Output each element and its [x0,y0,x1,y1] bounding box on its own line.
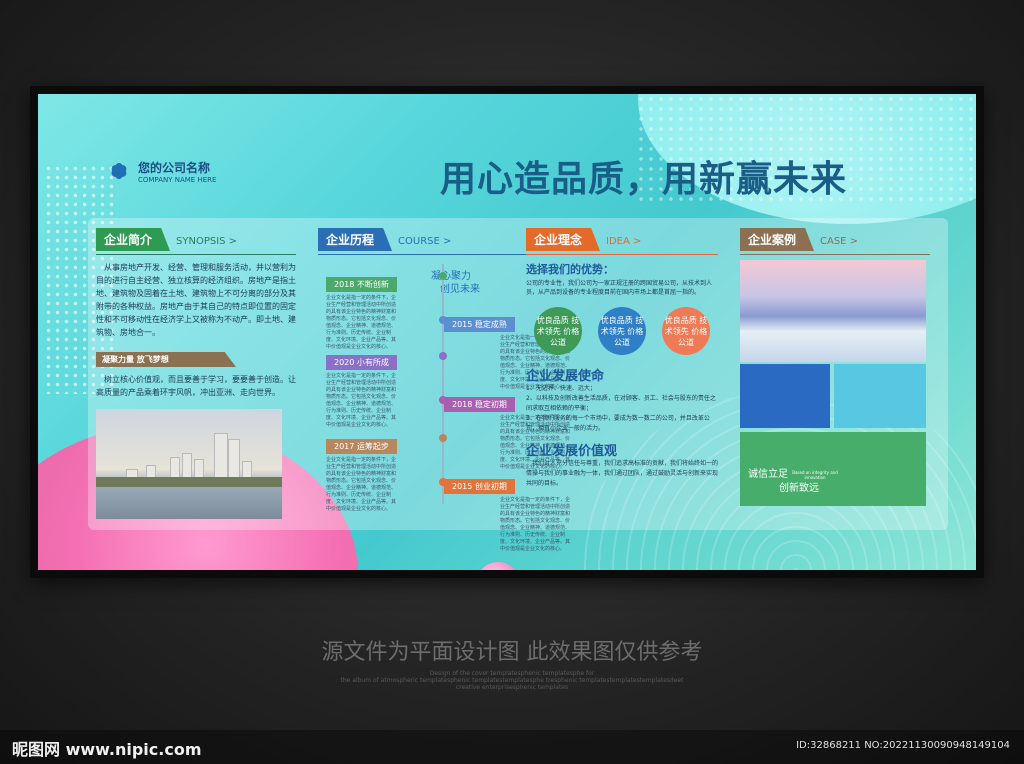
site-logo[interactable]: 昵图网 www.nipic.com [12,736,202,760]
history-section: 企业历程 COURSE > [318,228,528,255]
case-tile-blue [740,364,830,428]
board-canvas: 您的公司名称 COMPANY NAME HERE 用心造品质，用新赢未来 企业简… [38,94,976,570]
company-name-en: COMPANY NAME HERE [138,175,217,184]
timeline-label: 2020 小有所成 [326,355,397,370]
about-tag: 企业简介 [96,228,171,251]
values-heading: 企业发展价值观 [526,444,618,459]
mission-item: 1、无边界、快速、远大； [526,385,596,392]
advantage-circles: 优良品质 技术领先 价格公道 优良品质 技术领先 价格公道 优良品质 技术领先 … [526,307,718,355]
case-slogan-2: 创新致远 [779,483,819,494]
company-logo: 您的公司名称 COMPANY NAME HERE [106,158,216,184]
sea-fog-photo [740,260,926,362]
display-board: 您的公司名称 COMPANY NAME HERE 用心造品质，用新赢未来 企业简… [30,86,984,578]
image-id: ID:32868211 NO:20221130090948149104 [796,740,1010,751]
watermark-line: the album of atmospheric templatesphenic… [340,677,684,684]
timeline-label: 2018 不断创新 [326,277,397,292]
idea-tag-en: IDEA > [606,236,642,247]
case-tag-en: CASE > [820,236,859,247]
timeline-text: 企业文化是指一定的条件下，企业生产经营和管理活动中所创造的具有该企业特色的精神财… [500,497,571,552]
timeline-label: 2015 稳定成熟 [444,317,515,332]
idea-heading: 选择我们的优势： [526,263,614,276]
headline: 用心造品质，用新赢未来 [440,159,848,200]
timeline-label: 2018 稳定初期 [444,397,515,412]
advantage-circle: 优良品质 技术领先 价格公道 [662,307,710,355]
timeline-text: 企业文化是指一定的条件下，企业生产经营和管理活动中所创造的具有该企业特色的精神财… [326,295,397,350]
about-tag-en: SYNOPSIS > [176,236,238,247]
case-tile-green: 诚信立足 Based on integrity and innovation 创新… [740,432,926,506]
flower-logo-icon [106,158,132,184]
idea-text: 公司的专业性，我们公司为一家正规注册的跨国贸易公司，从技术到人员，从产品到设备的… [526,280,713,296]
case-slogan-en: Based on integrity and innovation [792,470,838,480]
mission-heading: 企业发展使命 [526,369,605,384]
history-tag-en: COURSE > [398,236,452,247]
mission-item: 3、在我们服务的每一个市场中，要成为数一数二的公司，并且改革公司，拥有小企业一般… [526,415,710,432]
timeline-label: 2015 创业初期 [444,479,515,494]
timeline-text: 企业文化是指一定的条件下，企业生产经营和管理活动中所创造的具有该企业特色的精神财… [326,373,397,428]
company-name: 您的公司名称 [138,160,211,175]
watermark-line: Design of the cover templatesphenic temp… [429,670,595,677]
decor-orb [476,562,520,570]
watermark-lines: Design of the cover templatesphenic temp… [0,670,1024,691]
timeline-text: 企业文化是指一定的条件下，企业生产经营和管理活动中所创造的具有该企业特色的精神财… [326,457,397,512]
mission-item: 2、以科技及创新改善生活品质，在对顾客、员工、社会与股东的责任之间求取互相依赖的… [526,395,716,412]
watermark-line: creative enterprisesphenic templates [455,684,569,691]
about-section: 企业简介 SYNOPSIS > 从事房地产开发、经营、管理和服务活动，并以营利为目… [96,228,296,519]
case-section: 企业案例 CASE > [740,228,930,255]
case-tag: 企业案例 [740,228,815,251]
idea-section: 企业理念 IDEA > 选择我们的优势： 公司的专业性，我们公司为一家正规注册的跨… [526,228,718,489]
about-text-2: 树立核心价值观，而且要善于学习，要要善于创造。让高质量的产品乘着环宇风帆，冲出亚… [96,375,296,397]
idea-tag: 企业理念 [526,228,601,251]
case-slogan-1: 诚信立足 [748,469,788,480]
history-tag: 企业历程 [318,228,393,251]
city-photo [96,409,282,519]
advantage-circle: 优良品质 技术领先 价格公道 [598,307,646,355]
about-subheading: 凝聚力量 放飞梦想 [96,352,236,367]
values-text: 我们对人充分信任与尊重，我们追求高标准的贡献，我们将始终如一的情操与我们的事业融… [526,460,719,487]
case-tile-cyan [834,364,926,428]
watermark-main: 源文件为平面设计图 此效果图仅供参考 [321,640,703,665]
timeline-label: 2017 运筹起步 [326,439,397,454]
advantage-circle: 优良品质 技术领先 价格公道 [534,307,582,355]
about-text: 从事房地产开发、经营、管理和服务活动，并以营利为目的进行自主经营、独立核算的经济… [96,263,296,337]
